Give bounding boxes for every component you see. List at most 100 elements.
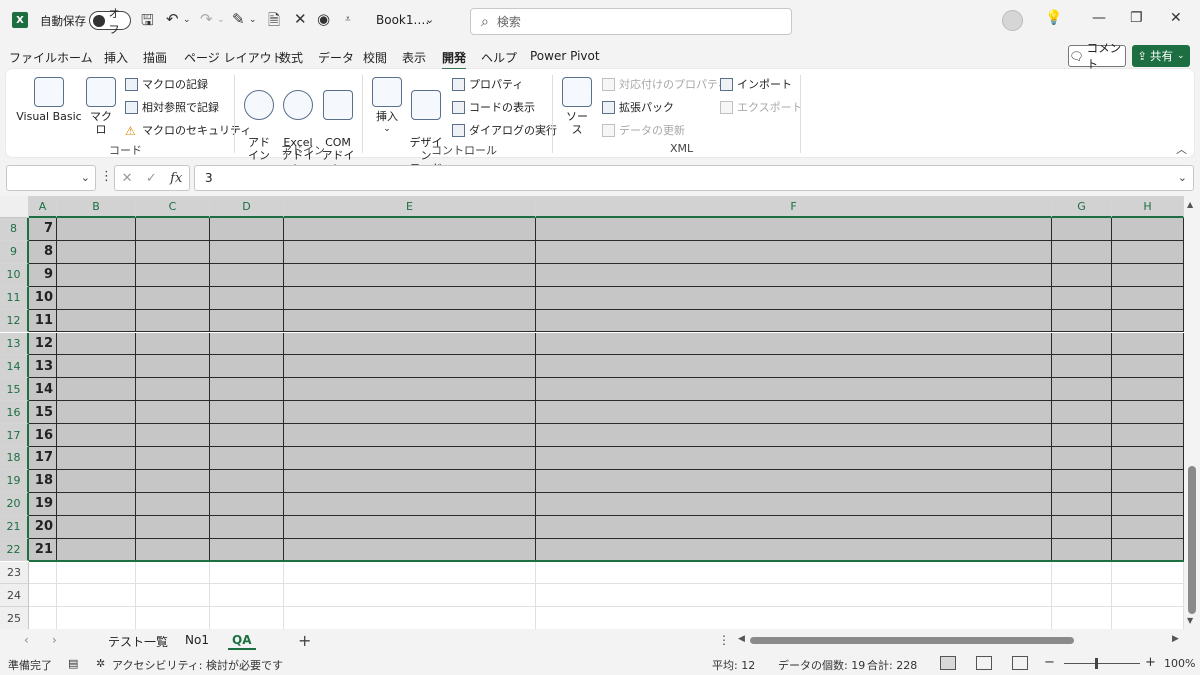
column-header-g[interactable]: G	[1052, 196, 1112, 218]
cell-d9[interactable]	[210, 240, 284, 264]
cancel-icon[interactable]: ✕	[122, 171, 133, 186]
addins-button[interactable]: アド イン	[244, 77, 274, 162]
cell-b15[interactable]	[57, 378, 136, 402]
cell-d24[interactable]	[210, 584, 284, 608]
cell-f23[interactable]	[536, 561, 1052, 585]
row-header[interactable]: 13	[0, 332, 29, 356]
spreadsheet-grid[interactable]: A B C D E F G H 8 7 9 8 10 9 11 10 12 11 13 12 14 13 15 14 16 15 1…	[0, 196, 1184, 629]
cell-b9[interactable]	[57, 240, 136, 264]
view-code-button[interactable]: コードの表示	[452, 99, 535, 115]
insert-control-button[interactable]: 挿入 ⌄	[372, 77, 402, 136]
cell-f9[interactable]	[536, 240, 1052, 264]
cell-b13[interactable]	[57, 332, 136, 356]
cell-b11[interactable]	[57, 286, 136, 310]
undo-dropdown-icon[interactable]: ⌄	[183, 15, 191, 25]
prev-sheet-icon[interactable]: ‹	[24, 633, 29, 647]
zoom-in-icon[interactable]: +	[1145, 655, 1156, 670]
cell-d18[interactable]	[210, 447, 284, 470]
cell-c17[interactable]	[136, 424, 210, 447]
cell-f8[interactable]	[536, 218, 1052, 241]
cell-a14[interactable]: 13	[29, 355, 57, 379]
column-header-f[interactable]: F	[536, 196, 1052, 218]
cell-g23[interactable]	[1052, 561, 1112, 585]
column-header-b[interactable]: B	[57, 196, 136, 218]
vertical-scrollbar[interactable]: ▲ ▼	[1184, 196, 1200, 629]
row-header[interactable]: 9	[0, 240, 29, 264]
cell-e10[interactable]	[284, 263, 536, 287]
cell-c20[interactable]	[136, 492, 210, 516]
tab-home[interactable]: ホーム	[57, 49, 93, 66]
run-dialog-button[interactable]: ダイアログの実行	[452, 122, 557, 138]
cell-a9[interactable]: 8	[29, 240, 57, 264]
cell-f13[interactable]	[536, 332, 1052, 356]
cell-c14[interactable]	[136, 355, 210, 379]
cell-a15[interactable]: 14	[29, 378, 57, 402]
row-header[interactable]: 22	[0, 538, 29, 562]
zoom-slider[interactable]	[1064, 663, 1140, 664]
close-small-icon[interactable]: ✕	[294, 10, 307, 28]
cell-b20[interactable]	[57, 492, 136, 516]
scroll-down-icon[interactable]: ▼	[1187, 616, 1193, 625]
row-header[interactable]: 10	[0, 263, 29, 287]
excel-addins-button[interactable]: Excel アドイン	[280, 77, 316, 175]
cell-c19[interactable]	[136, 469, 210, 493]
cell-b22[interactable]	[57, 538, 136, 562]
document-title[interactable]: Book1.…	[376, 13, 429, 27]
cell-h21[interactable]	[1112, 515, 1184, 539]
close-icon[interactable]: ✕	[1170, 10, 1182, 26]
cell-a23[interactable]	[29, 561, 57, 585]
tab-data[interactable]: データ	[318, 49, 354, 66]
cell-e21[interactable]	[284, 515, 536, 539]
next-sheet-icon[interactable]: ›	[52, 633, 57, 647]
cell-c15[interactable]	[136, 378, 210, 402]
cell-d16[interactable]	[210, 401, 284, 425]
cell-a13[interactable]: 12	[29, 332, 57, 356]
relative-reference-button[interactable]: 相対参照で記録	[125, 99, 219, 115]
tab-insert[interactable]: 挿入	[104, 49, 128, 66]
format-painter-icon[interactable]: ✎	[232, 10, 245, 28]
expand-formula-icon[interactable]: ⌄	[1178, 171, 1187, 184]
tab-review[interactable]: 校閲	[363, 49, 387, 66]
zoom-level[interactable]: 100%	[1164, 657, 1195, 670]
cell-f14[interactable]	[536, 355, 1052, 379]
cell-b23[interactable]	[57, 561, 136, 585]
cell-g18[interactable]	[1052, 447, 1112, 470]
cell-a19[interactable]: 18	[29, 469, 57, 493]
cell-h22[interactable]	[1112, 538, 1184, 562]
cell-g11[interactable]	[1052, 286, 1112, 310]
design-mode-button[interactable]: デザイン モード	[406, 77, 446, 175]
cell-b16[interactable]	[57, 401, 136, 425]
tab-draw[interactable]: 描画	[143, 49, 167, 66]
page-break-view-icon[interactable]	[1012, 656, 1028, 670]
cell-a22[interactable]: 21	[29, 538, 57, 562]
cell-f25[interactable]	[536, 607, 1052, 629]
macro-button[interactable]: マクロ	[86, 77, 116, 136]
cell-a11[interactable]: 10	[29, 286, 57, 310]
cell-e22[interactable]	[284, 538, 536, 562]
insert-function-button[interactable]: fx	[170, 171, 182, 186]
cell-e20[interactable]	[284, 492, 536, 516]
import-button[interactable]: インポート	[720, 76, 792, 92]
cell-g22[interactable]	[1052, 538, 1112, 562]
cell-b24[interactable]	[57, 584, 136, 608]
record-icon[interactable]: ◉	[317, 10, 330, 28]
cell-e17[interactable]	[284, 424, 536, 447]
cell-c21[interactable]	[136, 515, 210, 539]
cell-e24[interactable]	[284, 584, 536, 608]
tab-power-pivot[interactable]: Power Pivot	[530, 49, 600, 63]
cell-c9[interactable]	[136, 240, 210, 264]
cell-c13[interactable]	[136, 332, 210, 356]
cell-a18[interactable]: 17	[29, 447, 57, 470]
cell-h24[interactable]	[1112, 584, 1184, 608]
cell-f16[interactable]	[536, 401, 1052, 425]
cell-e13[interactable]	[284, 332, 536, 356]
tab-view[interactable]: 表示	[402, 49, 426, 66]
cell-g14[interactable]	[1052, 355, 1112, 379]
row-header[interactable]: 20	[0, 492, 29, 516]
cell-h12[interactable]	[1112, 309, 1184, 333]
xml-source-button[interactable]: ソース	[562, 77, 592, 136]
row-header[interactable]: 12	[0, 309, 29, 333]
cell-d25[interactable]	[210, 607, 284, 629]
cell-h17[interactable]	[1112, 424, 1184, 447]
cell-b21[interactable]	[57, 515, 136, 539]
